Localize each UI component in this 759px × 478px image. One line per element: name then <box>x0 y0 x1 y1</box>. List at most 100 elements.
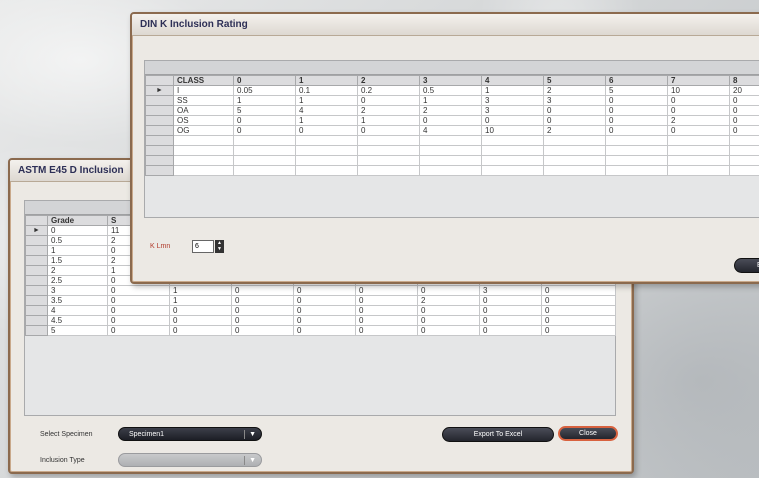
close-button[interactable]: Close <box>558 426 618 441</box>
table-cell[interactable]: 0 <box>231 285 294 296</box>
table-cell[interactable]: 0 <box>541 315 616 326</box>
row-header[interactable] <box>25 285 48 296</box>
spin-down-icon[interactable]: ▼ <box>215 246 224 252</box>
table-row[interactable]: OA 5 4 2 2 3 0 0 0 0 <box>145 105 759 116</box>
table-row[interactable]: ► I 0.05 0.1 0.2 0.5 1 2 5 10 20 <box>145 85 759 96</box>
row-header[interactable] <box>145 115 174 126</box>
table-cell[interactable]: 0.05 <box>233 85 296 96</box>
table-cell[interactable]: 0 <box>107 285 170 296</box>
table-cell[interactable]: 0 <box>417 315 480 326</box>
table-row[interactable]: 500000000 <box>25 325 616 336</box>
table-cell[interactable]: 0 <box>233 115 296 126</box>
grade-cell[interactable]: 1 <box>47 245 108 256</box>
din-right-button[interactable]: E <box>734 258 759 273</box>
table-cell[interactable]: 0 <box>479 295 542 306</box>
table-cell[interactable]: 2 <box>357 105 420 116</box>
row-header[interactable] <box>25 325 48 336</box>
table-cell[interactable]: 0 <box>541 325 616 336</box>
table-cell[interactable]: 1 <box>295 115 358 126</box>
table-cell[interactable]: 0 <box>357 125 420 136</box>
table-cell[interactable]: 0 <box>231 295 294 306</box>
table-cell[interactable]: 5 <box>605 85 668 96</box>
grade-cell[interactable]: 4.5 <box>47 315 108 326</box>
table-cell[interactable]: 0 <box>357 95 420 106</box>
table-cell[interactable]: 0 <box>107 325 170 336</box>
table-cell[interactable]: 0 <box>169 325 232 336</box>
table-cell[interactable]: 0.2 <box>357 85 420 96</box>
table-cell[interactable]: 1 <box>481 85 544 96</box>
table-cell[interactable]: 0 <box>231 305 294 316</box>
table-cell[interactable]: 3 <box>481 95 544 106</box>
table-row[interactable]: OS 0 1 1 0 0 0 0 2 0 <box>145 115 759 126</box>
table-cell[interactable]: 0 <box>479 325 542 336</box>
table-cell[interactable]: 0 <box>605 125 668 136</box>
table-cell[interactable]: 2 <box>543 85 606 96</box>
k-limit-input[interactable]: 6 <box>192 240 214 253</box>
grade-cell[interactable]: 3 <box>47 285 108 296</box>
table-cell[interactable]: 0 <box>479 315 542 326</box>
class-cell[interactable]: OS <box>173 115 234 126</box>
table-cell[interactable]: 0 <box>541 285 616 296</box>
table-cell[interactable]: 0 <box>355 295 418 306</box>
row-header[interactable] <box>145 125 174 136</box>
class-cell[interactable]: OA <box>173 105 234 116</box>
grade-cell[interactable]: 0.5 <box>47 235 108 246</box>
table-cell[interactable]: 0 <box>419 115 482 126</box>
table-cell[interactable]: 2 <box>667 115 730 126</box>
table-cell[interactable]: 0 <box>231 325 294 336</box>
table-cell[interactable]: 0 <box>417 305 480 316</box>
table-row[interactable]: SS 1 1 0 1 3 3 0 0 0 <box>145 95 759 106</box>
table-cell[interactable]: 0 <box>417 285 480 296</box>
table-cell[interactable]: 10 <box>667 85 730 96</box>
inclusion-type-dropdown[interactable]: ▼ <box>118 453 262 467</box>
table-cell[interactable]: 0 <box>479 305 542 316</box>
table-row[interactable]: 3.5 0 1 0 0 0 2 0 0 <box>25 295 616 306</box>
table-cell[interactable]: 4 <box>295 105 358 116</box>
row-header[interactable] <box>25 295 48 306</box>
table-cell[interactable]: 1 <box>233 95 296 106</box>
table-row[interactable]: 400000000 <box>25 305 616 316</box>
table-cell[interactable]: 0 <box>543 115 606 126</box>
table-row[interactable]: OG 0 0 0 4 10 2 0 0 0 <box>145 125 759 136</box>
row-header[interactable] <box>25 235 48 246</box>
table-cell[interactable]: 0 <box>605 95 668 106</box>
table-cell[interactable]: 0 <box>541 305 616 316</box>
table-cell[interactable]: 0 <box>231 315 294 326</box>
class-cell[interactable]: I <box>173 85 234 96</box>
table-cell[interactable]: 0 <box>293 285 356 296</box>
table-cell[interactable]: 3 <box>481 105 544 116</box>
table-cell[interactable]: 1 <box>169 295 232 306</box>
table-cell[interactable]: 2 <box>543 125 606 136</box>
table-cell[interactable]: 0 <box>293 305 356 316</box>
table-cell[interactable]: 0 <box>107 315 170 326</box>
grade-cell[interactable]: 4 <box>47 305 108 316</box>
row-header[interactable] <box>25 305 48 316</box>
table-cell[interactable]: 0 <box>293 315 356 326</box>
grade-cell[interactable]: 3.5 <box>47 295 108 306</box>
table-cell[interactable]: 3 <box>543 95 606 106</box>
grade-cell[interactable]: 2 <box>47 265 108 276</box>
table-cell[interactable]: 0 <box>729 125 759 136</box>
table-cell[interactable]: 0 <box>169 315 232 326</box>
row-header[interactable] <box>145 95 174 106</box>
row-header[interactable] <box>25 245 48 256</box>
table-cell[interactable]: 5 <box>233 105 296 116</box>
row-header[interactable] <box>25 275 48 286</box>
table-cell[interactable]: 0 <box>169 305 232 316</box>
table-cell[interactable]: 0 <box>355 285 418 296</box>
table-cell[interactable]: 20 <box>729 85 759 96</box>
table-cell[interactable]: 0 <box>729 115 759 126</box>
grade-cell[interactable]: 2.5 <box>47 275 108 286</box>
table-cell[interactable]: 1 <box>295 95 358 106</box>
table-cell[interactable]: 0 <box>233 125 296 136</box>
row-header[interactable] <box>25 255 48 266</box>
grade-cell[interactable]: 5 <box>47 325 108 336</box>
table-cell[interactable]: 0 <box>295 125 358 136</box>
grade-cell[interactable]: 0 <box>47 225 108 236</box>
row-pointer-icon[interactable]: ► <box>25 225 48 236</box>
table-cell[interactable]: 10 <box>481 125 544 136</box>
table-cell[interactable]: 0 <box>605 105 668 116</box>
table-cell[interactable]: 2 <box>419 105 482 116</box>
table-cell[interactable]: 0 <box>729 95 759 106</box>
class-cell[interactable]: OG <box>173 125 234 136</box>
